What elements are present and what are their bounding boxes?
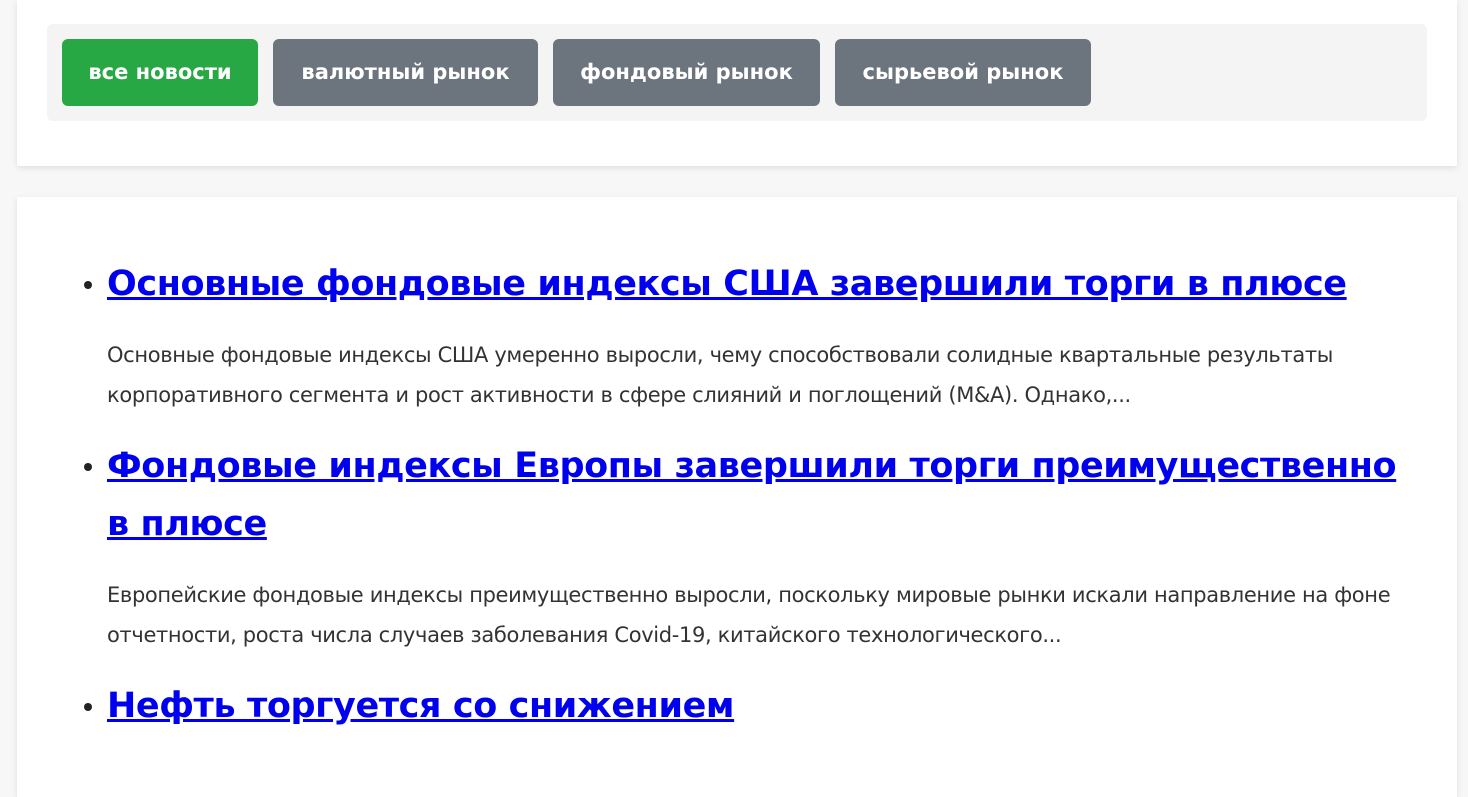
news-item: Нефть торгуется со снижением [84, 677, 1417, 735]
news-title-link[interactable]: Фондовые индексы Европы завершили торги … [107, 437, 1417, 553]
news-excerpt: Европейские фондовые индексы преимуществ… [107, 583, 1391, 647]
filter-forex-button[interactable]: валютный рынок [273, 39, 538, 106]
news-item: Фондовые индексы Европы завершили торги … [84, 437, 1417, 655]
news-feed: Основные фондовые индексы США завершили … [17, 197, 1457, 797]
bullet-icon [84, 703, 92, 711]
bullet-icon [84, 281, 92, 289]
news-title-link[interactable]: Основные фондовые индексы США завершили … [107, 255, 1417, 313]
news-excerpt: Основные фондовые индексы США умеренно в… [107, 343, 1333, 407]
filter-all-news-button[interactable]: все новости [62, 39, 258, 106]
news-list: Основные фондовые индексы США завершили … [84, 255, 1417, 735]
filter-bar: все новости валютный рынок фондовый рыно… [47, 24, 1427, 121]
filter-commodities-button[interactable]: сырьевой рынок [835, 39, 1091, 106]
filter-panel: все новости валютный рынок фондовый рыно… [17, 0, 1457, 166]
news-title-link[interactable]: Нефть торгуется со снижением [107, 677, 1417, 735]
news-item: Основные фондовые индексы США завершили … [84, 255, 1417, 415]
bullet-icon [84, 463, 92, 471]
filter-stocks-button[interactable]: фондовый рынок [553, 39, 820, 106]
